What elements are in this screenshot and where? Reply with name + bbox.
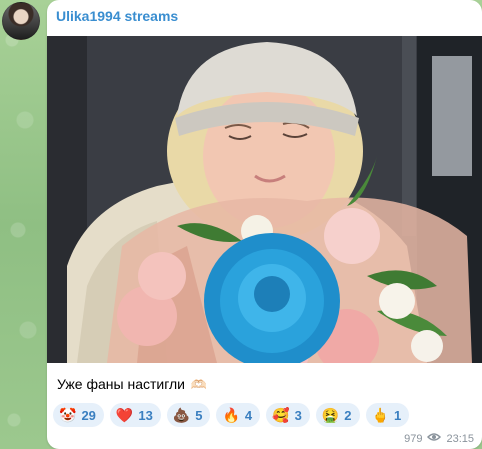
fire-emoji-icon: 🔥 [222, 406, 240, 423]
heart-hands-emoji: 🫶🏻 [190, 377, 208, 392]
reaction-poop[interactable]: 💩 5 [166, 403, 211, 427]
photo-illustration [47, 36, 482, 363]
caption-text: Уже фаны настигли [57, 376, 185, 392]
vomiting-face-emoji-icon: 🤮 [321, 406, 340, 423]
reaction-heart[interactable]: ❤️ 13 [109, 403, 161, 427]
message-meta: 979 23:15 [404, 432, 474, 445]
message-photo[interactable] [47, 36, 482, 363]
eye-icon [427, 432, 442, 445]
message-time: 23:15 [446, 432, 474, 445]
reaction-count: 29 [81, 407, 96, 423]
reaction-smiling-hearts[interactable]: 🥰 3 [266, 403, 310, 427]
poop-emoji-icon: 💩 [172, 406, 191, 423]
middle-finger-emoji-icon: 🖕 [371, 406, 389, 423]
reaction-fire[interactable]: 🔥 4 [216, 403, 261, 427]
reaction-middle-finger[interactable]: 🖕 1 [365, 403, 410, 427]
reaction-count: 2 [344, 407, 352, 423]
reaction-count: 1 [393, 407, 402, 423]
reaction-count: 5 [195, 407, 203, 423]
message-caption: Уже фаны настигли 🫶🏻 [57, 376, 207, 393]
view-count: 979 [404, 432, 423, 445]
smiling-hearts-emoji-icon: 🥰 [272, 406, 290, 423]
reaction-vomiting[interactable]: 🤮 2 [315, 403, 360, 427]
heart-emoji-icon: ❤️ [115, 406, 134, 423]
channel-avatar[interactable] [2, 2, 40, 40]
reaction-clown[interactable]: 🤡 29 [53, 403, 104, 427]
reaction-count: 13 [138, 407, 153, 423]
reaction-count: 3 [294, 407, 302, 423]
reaction-count: 4 [244, 407, 253, 423]
channel-name-link[interactable]: Ulika1994 streams [56, 8, 178, 24]
clown-emoji-icon: 🤡 [59, 406, 77, 423]
reactions-bar: 🤡 29 ❤️ 13 💩 5 🔥 4 🥰 3 🤮 2 🖕 1 [53, 403, 410, 427]
message-bubble[interactable]: Ulika1994 streams Уже фаны настигли 🫶🏻 🤡… [47, 0, 482, 449]
